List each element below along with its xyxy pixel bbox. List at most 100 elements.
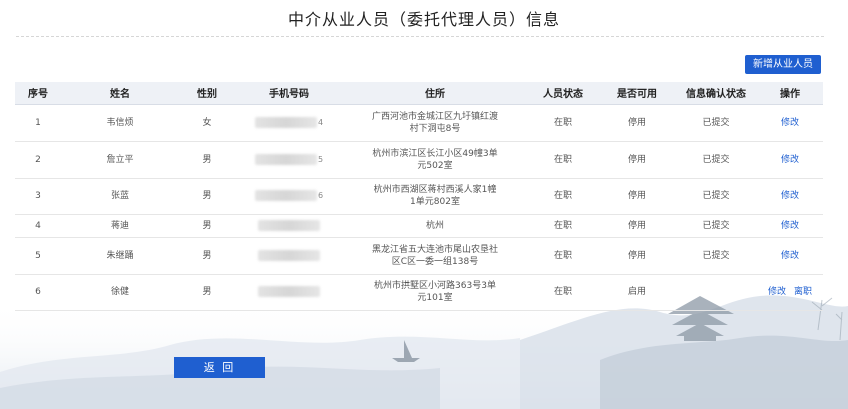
staff-gender: 女 <box>179 104 235 142</box>
address-line-2: 元502室 <box>417 160 453 171</box>
staff-address: 杭州市西湖区蒋村西溪人家1幢 1单元802室 <box>343 178 527 215</box>
page-title: 中介从业人员（委托代理人员）信息 <box>287 10 560 29</box>
phone-redacted <box>257 249 321 262</box>
staff-status: 在职 <box>527 141 599 179</box>
actions-cell: 修改 <box>757 237 823 275</box>
back-button[interactable]: 返 回 <box>174 357 265 378</box>
phone-tail-digit: 4 <box>317 117 324 127</box>
address-line-2: 元101室 <box>417 293 453 303</box>
phone-tail-digit: 6 <box>317 191 324 200</box>
phone-redacted: 5 <box>254 153 324 166</box>
staff-status: 在职 <box>527 104 599 142</box>
phone-number-cell <box>235 274 343 311</box>
actions-cell: 修改 离职 <box>757 274 823 311</box>
staff-gender: 男 <box>179 214 235 238</box>
usable-status: 停用 <box>599 178 675 215</box>
row-number: 3 <box>15 178 61 215</box>
phone-redacted <box>257 219 321 232</box>
table-row: 1 韦信烦女 4 广西河池市金城江区九圩镇红渡 村下洞屯8号 在职 停用 已提交 修改 <box>15 104 823 142</box>
usable-status: 停用 <box>599 141 675 179</box>
title-divider <box>16 36 824 37</box>
phone-blur-mask <box>257 286 320 297</box>
staff-table: 序号 姓名 性别 手机号码 住所 人员状态 是否可用 信息确认状态 操作 1 韦信烦女 4 广西河池市… <box>15 82 823 311</box>
table-header-row: 序号 姓名 性别 手机号码 住所 人员状态 是否可用 信息确认状态 操作 <box>15 82 823 105</box>
confirm-status: 已提交 <box>675 214 757 238</box>
table-row: 3 张蓝男 6 杭州市西湖区蒋村西溪人家1幢 1单元802室 在职 停用 已提交 修改 <box>15 178 823 215</box>
column-header: 性别 <box>179 82 235 105</box>
row-number: 1 <box>15 104 61 142</box>
phone-redacted: 4 <box>254 116 324 129</box>
edit-link[interactable]: 修改 <box>768 287 786 297</box>
staff-status: 在职 <box>527 237 599 275</box>
actions-cell: 修改 <box>757 141 823 179</box>
staff-status: 在职 <box>527 178 599 215</box>
address-line-2: 1单元802室 <box>410 197 460 207</box>
phone-number-cell: 5 <box>235 141 343 179</box>
staff-name: 张蓝 <box>61 178 179 215</box>
actions-cell: 修改 <box>757 214 823 238</box>
address-line-1: 广西河池市金城江区九圩镇红渡 <box>371 111 498 122</box>
table-row: 4 蒋迪男 杭州 在职 停用 已提交 修改 <box>15 214 823 238</box>
edit-link[interactable]: 修改 <box>781 251 799 261</box>
phone-number-cell <box>235 214 343 238</box>
row-number: 2 <box>15 141 61 179</box>
phone-blur-mask <box>257 249 320 261</box>
phone-redacted: 6 <box>254 190 324 202</box>
staff-address: 杭州市滨江区长江小区49幢3单 元502室 <box>343 141 527 179</box>
confirm-status <box>675 274 757 311</box>
add-staff-button[interactable]: 新增从业人员 <box>745 55 821 74</box>
confirm-status: 已提交 <box>675 141 757 179</box>
edit-link[interactable]: 修改 <box>781 118 799 128</box>
address-line-1: 杭州市拱墅区小河路363号3单 <box>374 281 496 291</box>
address-line-1: 杭州市西湖区蒋村西溪人家1幢 <box>373 185 497 195</box>
staff-address: 广西河池市金城江区九圩镇红渡 村下洞屯8号 <box>343 104 527 142</box>
phone-blur-mask <box>254 190 317 201</box>
phone-blur-mask <box>254 153 317 165</box>
table-row: 5 朱继踊男黑龙江省五大连池市尾山农垦社 区C区一委一组138号 在职 停用 已提交 修改 <box>15 237 823 275</box>
edit-link[interactable]: 修改 <box>781 191 799 201</box>
phone-blur-mask <box>257 219 320 231</box>
phone-tail-digit: 5 <box>317 154 324 164</box>
staff-name: 朱继踊 <box>61 237 179 275</box>
table-row: 2 詹立平男 5 杭州市滨江区长江小区49幢3单 元502室 在职 停用 已提交 修改 <box>15 141 823 179</box>
table-row: 6 徐健男杭州市拱墅区小河路363号3单 元101室 在职 启用 修改 离职 <box>15 274 823 311</box>
staff-gender: 男 <box>179 274 235 311</box>
address-line-1: 杭州 <box>425 220 444 231</box>
phone-number-cell <box>235 237 343 275</box>
phone-blur-mask <box>254 116 317 128</box>
staff-name: 韦信烦 <box>61 104 179 142</box>
row-number: 6 <box>15 274 61 311</box>
staff-name: 詹立平 <box>61 141 179 179</box>
staff-address: 杭州市拱墅区小河路363号3单 元101室 <box>343 274 527 311</box>
staff-status: 在职 <box>527 274 599 311</box>
actions-cell: 修改 <box>757 104 823 142</box>
column-header: 手机号码 <box>235 82 343 105</box>
confirm-status: 已提交 <box>675 178 757 215</box>
edit-link[interactable]: 修改 <box>781 221 799 231</box>
staff-name: 徐健 <box>61 274 179 311</box>
resign-link[interactable]: 离职 <box>794 287 812 297</box>
column-header: 序号 <box>15 82 61 105</box>
address-line-2: 区C区一委一组138号 <box>391 256 479 267</box>
column-header: 是否可用 <box>599 82 675 105</box>
address-line-2: 村下洞屯8号 <box>409 123 461 134</box>
confirm-status: 已提交 <box>675 104 757 142</box>
address-line-1: 黑龙江省五大连池市尾山农垦社 <box>371 244 498 255</box>
column-header: 操作 <box>757 82 823 105</box>
column-header: 姓名 <box>61 82 179 105</box>
staff-gender: 男 <box>179 178 235 215</box>
usable-status: 停用 <box>599 237 675 275</box>
phone-number-cell: 4 <box>235 104 343 142</box>
column-header: 人员状态 <box>527 82 599 105</box>
staff-gender: 男 <box>179 141 235 179</box>
edit-link[interactable]: 修改 <box>781 155 799 165</box>
address-line-1: 杭州市滨江区长江小区49幢3单 <box>372 148 498 159</box>
column-header: 住所 <box>343 82 527 105</box>
usable-status: 停用 <box>599 104 675 142</box>
column-header: 信息确认状态 <box>675 82 757 105</box>
staff-address: 黑龙江省五大连池市尾山农垦社 区C区一委一组138号 <box>343 237 527 275</box>
confirm-status: 已提交 <box>675 237 757 275</box>
staff-gender: 男 <box>179 237 235 275</box>
phone-redacted <box>257 286 321 298</box>
staff-address: 杭州 <box>343 214 527 238</box>
